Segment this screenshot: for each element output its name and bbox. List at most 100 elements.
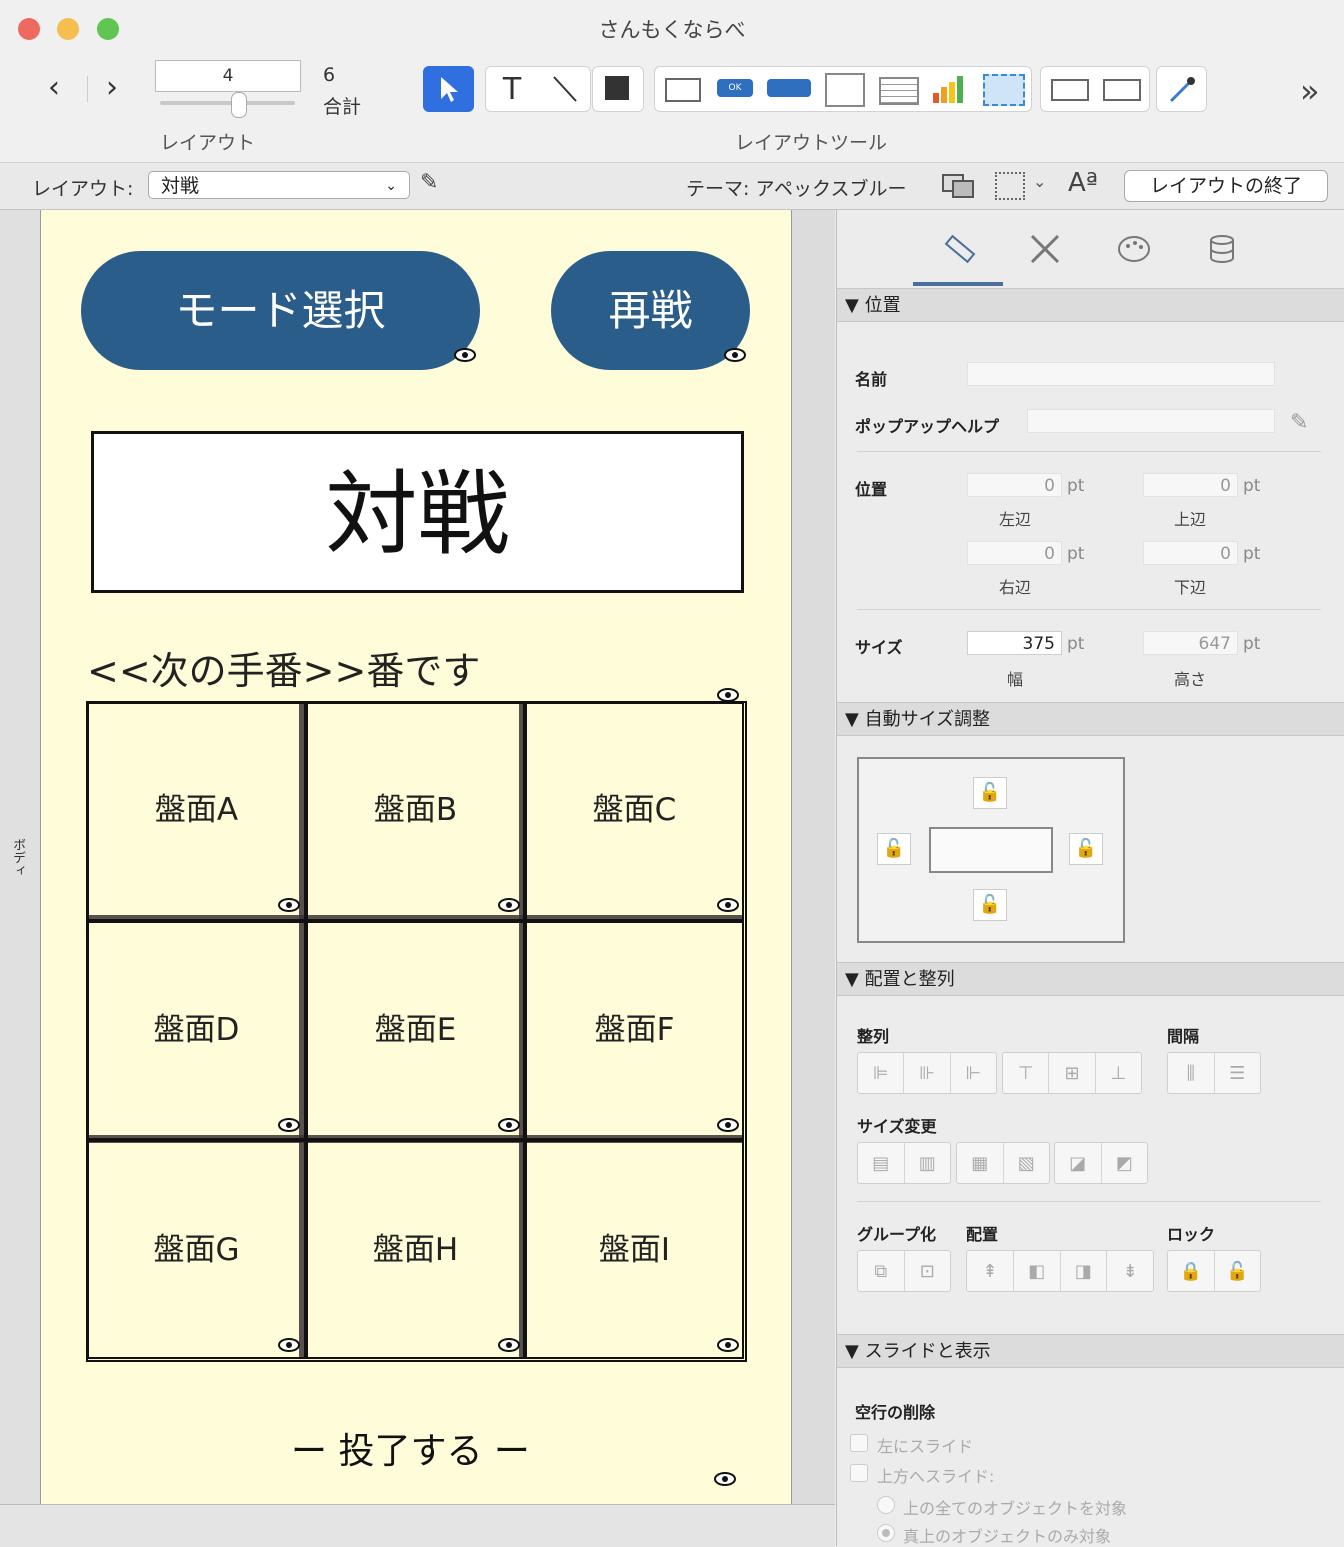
left-field[interactable]: 0	[967, 473, 1062, 497]
group-icon[interactable]: ⧉	[858, 1251, 905, 1291]
resize-largest-icon[interactable]: ◩	[1102, 1143, 1148, 1183]
position-section-header[interactable]: ▼ 位置	[837, 288, 1344, 322]
grid-guides-button[interactable]	[995, 172, 1025, 200]
format-painter-button[interactable]	[1156, 66, 1207, 112]
anchor-top-lock-icon[interactable]: 🔓	[973, 777, 1007, 809]
slide-left-checkbox[interactable]	[850, 1434, 868, 1452]
distribute-horizontal-icon[interactable]: ⫼	[1168, 1053, 1215, 1093]
arrange-label: 配置	[966, 1225, 999, 1244]
page-title: 対戦	[325, 461, 510, 568]
font-size-icon[interactable]: Aª	[1068, 168, 1098, 198]
slide-up-checkbox[interactable]	[850, 1464, 868, 1482]
layout-select[interactable]: 対戦 ⌄	[148, 171, 410, 199]
page-slider-track[interactable]	[160, 101, 295, 105]
page-number-field[interactable]: 4	[155, 60, 301, 92]
distribute-buttons: ⫼ ☰	[1167, 1052, 1261, 1094]
tab-control-tool-icon[interactable]	[825, 73, 865, 107]
unlock-icon[interactable]: 🔓	[1215, 1251, 1261, 1291]
resize-min-height-icon[interactable]: ▦	[957, 1143, 1004, 1183]
align-top-icon[interactable]: ⊤	[1003, 1053, 1050, 1093]
cell-label-f: 盤面F	[594, 1012, 675, 1048]
send-backward-icon[interactable]: ◨	[1061, 1251, 1108, 1291]
insert-part-alt-icon[interactable]	[1103, 79, 1141, 101]
chart-tool-icon[interactable]	[931, 73, 967, 105]
height-field[interactable]: 647	[1143, 631, 1238, 655]
left-unit: pt	[1067, 476, 1085, 496]
bottom-unit: pt	[1243, 544, 1261, 564]
name-label: 名前	[855, 370, 888, 389]
right-field[interactable]: 0	[967, 541, 1062, 565]
align-middle-icon[interactable]: ⊞	[1049, 1053, 1096, 1093]
portal-tool-icon[interactable]	[879, 77, 919, 105]
top-field[interactable]: 0	[1143, 473, 1238, 497]
align-bottom-icon[interactable]: ⊥	[1096, 1053, 1141, 1093]
shape-tool-button[interactable]	[592, 66, 644, 112]
mode-select-button[interactable]: モード選択	[81, 251, 480, 370]
page-slider-knob[interactable]	[231, 92, 247, 118]
insert-part-icon[interactable]	[1051, 79, 1089, 101]
only-above-radio[interactable]	[877, 1524, 895, 1542]
edit-help-pencil-icon[interactable]: ✎	[1290, 410, 1308, 435]
divider	[857, 451, 1321, 452]
resign-button[interactable]: ー 投了する ー	[291, 1422, 530, 1474]
button-bar-tool-icon[interactable]	[767, 79, 811, 97]
text-tool-button[interactable]: T	[486, 67, 538, 111]
select-tool-button[interactable]	[423, 66, 474, 112]
align-right-icon[interactable]: ⊩	[951, 1053, 996, 1093]
styles-tab-tools-icon[interactable]	[1028, 232, 1062, 266]
name-field[interactable]	[967, 362, 1275, 386]
send-to-back-icon[interactable]: ⇟	[1107, 1251, 1153, 1291]
align-label: 整列	[857, 1027, 890, 1046]
bottom-field[interactable]: 0	[1143, 541, 1238, 565]
field-tool-icon[interactable]	[665, 78, 701, 102]
slide-left-label: 左にスライド	[877, 1437, 974, 1456]
theme-objects-button[interactable]	[940, 172, 974, 198]
forward-button[interactable]: ›	[106, 70, 118, 105]
body-part-label[interactable]: ボディ	[8, 838, 27, 877]
resize-min-width-icon[interactable]: ▤	[858, 1143, 905, 1183]
toolbar-overflow-button[interactable]: »	[1300, 72, 1320, 110]
align-left-icon[interactable]: ⊫	[858, 1053, 905, 1093]
distribute-vertical-icon[interactable]: ☰	[1215, 1053, 1261, 1093]
inspector-tab-indicator	[913, 282, 1003, 286]
web-viewer-tool-icon[interactable]	[983, 74, 1025, 106]
total-count: 6	[323, 64, 336, 86]
button-tool-icon[interactable]: OK	[717, 79, 753, 97]
popup-help-field[interactable]	[1027, 409, 1275, 433]
rematch-button[interactable]: 再戦	[551, 251, 750, 370]
bring-forward-icon[interactable]: ◧	[1014, 1251, 1061, 1291]
line-tool-button[interactable]	[538, 67, 590, 111]
anchor-right-lock-icon[interactable]: 🔓	[1069, 833, 1103, 865]
align-center-icon[interactable]: ⊪	[904, 1053, 951, 1093]
all-objects-radio[interactable]	[877, 1496, 895, 1514]
back-button[interactable]: ‹	[48, 70, 60, 105]
bring-to-front-icon[interactable]: ⇞	[967, 1251, 1014, 1291]
pointer-icon	[424, 67, 473, 111]
lock-icon[interactable]: 🔒	[1168, 1251, 1215, 1291]
edit-layout-pencil-icon[interactable]: ✎	[420, 170, 438, 195]
top-label: 上辺	[1173, 510, 1206, 529]
slide-section-header[interactable]: ▼ スライドと表示	[837, 1334, 1344, 1368]
exit-layout-button[interactable]: レイアウトの終了	[1124, 170, 1328, 202]
cell-label-g: 盤面G	[153, 1232, 240, 1268]
cell-label-i: 盤面I	[598, 1232, 671, 1268]
hide-condition-eye-icon	[717, 898, 739, 912]
ungroup-icon[interactable]: ⊡	[905, 1251, 951, 1291]
resize-max-height-icon[interactable]: ▧	[1004, 1143, 1050, 1183]
hide-condition-eye-icon	[724, 348, 746, 362]
anchor-left-lock-icon[interactable]: 🔓	[877, 833, 911, 865]
resize-max-width-icon[interactable]: ▥	[905, 1143, 951, 1183]
grid-chevron-icon[interactable]: ⌄	[1033, 172, 1046, 191]
part-tools-group	[1040, 66, 1150, 112]
width-field[interactable]: 375	[967, 631, 1062, 655]
arrange-section-header[interactable]: ▼ 配置と整列	[837, 962, 1344, 996]
data-tab-database-icon[interactable]	[1208, 234, 1236, 264]
appearance-tab-palette-icon[interactable]	[1117, 234, 1151, 264]
divider	[857, 1201, 1321, 1202]
resize-smallest-icon[interactable]: ◪	[1055, 1143, 1102, 1183]
position-tab-ruler-icon[interactable]	[942, 232, 976, 266]
turn-indicator-text: <<次の手番>>番です	[87, 649, 481, 693]
autosize-section-header[interactable]: ▼ 自動サイズ調整	[837, 702, 1344, 736]
anchor-bottom-lock-icon[interactable]: 🔓	[973, 889, 1007, 921]
align-horizontal-buttons: ⊫ ⊪ ⊩	[857, 1052, 997, 1094]
